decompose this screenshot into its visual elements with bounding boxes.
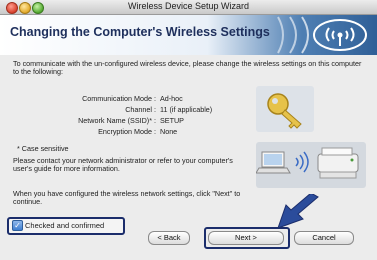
confirm-checkbox-row[interactable]: ✓ Checked and confirmed [7, 217, 125, 235]
communication-mode-label: Communication Mode : [82, 94, 156, 103]
channel-label: Channel : [125, 105, 156, 114]
contact-admin-note: Please contact your network administrato… [13, 156, 233, 174]
wireless-logo-icon [277, 16, 367, 54]
wizard-window: Wireless Device Setup Wizard Changing th… [0, 0, 377, 260]
next-button[interactable]: Next > [208, 231, 284, 245]
window-title: Wireless Device Setup Wizard [127, 1, 250, 11]
ssid-value: SETUP [160, 116, 184, 125]
channel-value: 11 (if applicable) [160, 105, 213, 114]
back-button[interactable]: < Back [148, 231, 190, 245]
encryption-mode-label: Encryption Mode : [98, 127, 156, 136]
page-title: Changing the Computer's Wireless Setting… [10, 25, 270, 39]
checkmark-icon[interactable]: ✓ [12, 220, 23, 231]
ssid-label: Network Name (SSID)* : [78, 116, 156, 125]
encryption-mode-value: None [160, 127, 178, 136]
title-bar: Wireless Device Setup Wizard [0, 0, 377, 15]
content-area: To communicate with the un-configured wi… [0, 56, 377, 260]
intro-text: To communicate with the un-configured wi… [13, 59, 362, 77]
continue-instruction: When you have configured the wireless ne… [13, 189, 241, 207]
confirm-checkbox-label[interactable]: Checked and confirmed [25, 221, 104, 230]
key-icon [256, 86, 314, 132]
laptop-printer-icon [256, 142, 366, 188]
cancel-button[interactable]: Cancel [294, 231, 354, 245]
case-sensitive-note: * Case sensitive [17, 144, 69, 153]
communication-mode-value: Ad-hoc [160, 94, 183, 103]
header-banner: Changing the Computer's Wireless Setting… [0, 15, 377, 55]
